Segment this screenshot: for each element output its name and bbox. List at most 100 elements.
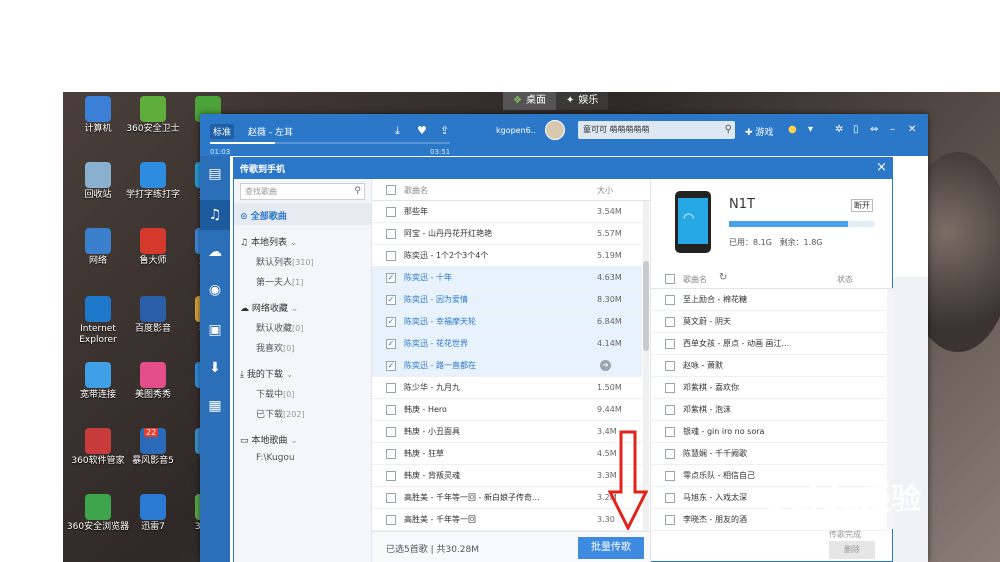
chevron-down-icon[interactable]: ⌄	[287, 238, 298, 248]
song-checkbox[interactable]	[665, 405, 675, 415]
heart-icon[interactable]: ♥	[417, 124, 427, 137]
nav-item[interactable]: 已下载[202]	[256, 407, 305, 420]
nav-item[interactable]: 默认列表[310]	[256, 255, 314, 268]
song-row[interactable]: 高胜美 - 千年等一回 - 新白娘子传奇... 3.2M	[372, 487, 642, 509]
device-song-row[interactable]: 西单女孩 - 原点 - 动画 画江...	[651, 333, 887, 355]
song-row[interactable]: ✓ 陈奕迅 - 花花世界 4.14M	[372, 333, 642, 355]
gear-icon[interactable]: ✲	[835, 124, 843, 135]
song-checkbox[interactable]	[665, 427, 675, 437]
apps-icon[interactable]: ▦	[205, 396, 225, 416]
song-checkbox[interactable]	[665, 361, 675, 371]
song-row[interactable]: 高胜美 - 千年等一回 3.30	[372, 509, 642, 531]
song-checkbox[interactable]: ✓	[386, 295, 396, 305]
download-icon[interactable]: ⤓	[395, 124, 400, 138]
search-input[interactable]: 童可可 萌萌萌萌萌 ⚲	[578, 121, 735, 139]
mode-button[interactable]: 标准	[210, 124, 235, 139]
shirt-icon[interactable]: ▾	[808, 124, 813, 135]
device-song-row[interactable]: 邓紫棋 - 泡沫	[651, 399, 887, 421]
progress-bar[interactable]	[210, 142, 450, 144]
lock-icon[interactable]: ▯	[853, 124, 859, 135]
device-song-row[interactable]: 至上励合 - 棉花糖	[651, 289, 887, 311]
entertainment-tab[interactable]: ✦ 娱乐	[555, 92, 609, 110]
mv-icon[interactable]: ▣	[205, 320, 225, 340]
song-checkbox[interactable]	[665, 339, 675, 349]
device-song-row[interactable]: 银魂 - gin iro no sora	[651, 421, 887, 443]
music-icon[interactable]: ♫	[200, 200, 230, 230]
search-icon[interactable]: ⚲	[725, 121, 732, 139]
song-checkbox[interactable]	[665, 471, 675, 481]
desktop-tab[interactable]: ❖ 桌面	[503, 92, 556, 110]
scroll-thumb[interactable]	[643, 261, 649, 351]
song-checkbox[interactable]: ✓	[386, 339, 396, 349]
disconnect-button[interactable]: 断开	[851, 199, 873, 212]
song-checkbox[interactable]	[665, 515, 675, 525]
close-icon[interactable]: ×	[876, 160, 887, 175]
nav-group-header[interactable]: ▭ 本地歌曲 ⌄	[240, 433, 298, 446]
song-row[interactable]: ✓ 陈奕迅 - 因为爱情 8.30M	[372, 289, 642, 311]
song-row[interactable]: ✓ 陈奕迅 - 幸福摩天轮 6.84M	[372, 311, 642, 333]
nav-group-header[interactable]: ☁ 网络收藏 ⌄	[240, 301, 298, 314]
song-row[interactable]: 阿宝 - 山丹丹花开红艳艳 5.57M	[372, 223, 642, 245]
close-icon[interactable]: ✕	[908, 124, 916, 135]
nav-group-header[interactable]: ⤓ 我的下载 ⌄	[240, 367, 293, 380]
select-all-checkbox[interactable]	[386, 185, 396, 195]
song-checkbox[interactable]	[386, 405, 396, 415]
device-song-row[interactable]: 莫文蔚 - 阴天	[651, 311, 887, 333]
song-checkbox[interactable]	[665, 493, 675, 503]
song-checkbox[interactable]	[665, 383, 675, 393]
minimize-icon[interactable]: –	[890, 124, 895, 135]
download-icon[interactable]: ⬇	[205, 358, 225, 378]
chevron-down-icon[interactable]: ⌄	[287, 436, 298, 446]
avatar[interactable]	[545, 120, 565, 140]
nav-item[interactable]: 第一夫人[1]	[256, 275, 303, 288]
song-checkbox[interactable]: ✓	[386, 317, 396, 327]
song-row[interactable]: ✓ 陈奕迅 - 十年 4.63M	[372, 267, 642, 289]
nav-item[interactable]: 我喜欢[0]	[256, 341, 294, 354]
username[interactable]: kgopen6..	[496, 126, 536, 135]
song-checkbox[interactable]	[386, 251, 396, 261]
search-icon[interactable]: ⚲	[354, 184, 361, 199]
device-song-row[interactable]: 陈慧娴 - 千千阙歌	[651, 443, 887, 465]
playlist-icon[interactable]: ▤	[205, 164, 225, 184]
song-checkbox[interactable]: ✓	[386, 273, 396, 283]
song-checkbox[interactable]	[386, 449, 396, 459]
go-icon[interactable]: ➜	[600, 360, 611, 371]
song-checkbox[interactable]	[386, 427, 396, 437]
nav-item[interactable]: ⊙ 全部歌曲	[240, 209, 287, 222]
song-search-input[interactable]: 查找歌曲 ⚲	[240, 183, 365, 200]
song-checkbox[interactable]	[665, 317, 675, 327]
nav-item[interactable]: F:\Kugou	[256, 453, 295, 463]
song-row[interactable]: 陈奕迅 - 1个2个3个4个 5.19M	[372, 245, 642, 267]
song-row[interactable]: ✓ 陈奕迅 - 路一直都在 ➜	[372, 355, 642, 377]
nav-item[interactable]: 下载中[0]	[256, 387, 294, 400]
song-checkbox[interactable]	[386, 383, 396, 393]
cloud-icon[interactable]: ☁	[205, 242, 225, 262]
select-all-checkbox[interactable]	[665, 274, 675, 284]
song-row[interactable]: 韩庚 - 狂草 4.5M	[372, 443, 642, 465]
device-song-row[interactable]: 邓紫棋 - 喜欢你	[651, 377, 887, 399]
game-link[interactable]: ✚ 游戏	[745, 125, 773, 138]
device-song-row[interactable]: 赵咏 - 萧默	[651, 355, 887, 377]
song-checkbox[interactable]: ✓	[386, 361, 396, 371]
radio-icon[interactable]: ◉	[205, 280, 225, 300]
song-checkbox[interactable]	[386, 493, 396, 503]
song-checkbox[interactable]	[386, 515, 396, 525]
coin-icon[interactable]: ●	[788, 124, 797, 135]
song-checkbox[interactable]	[665, 295, 675, 305]
song-checkbox[interactable]	[386, 207, 396, 217]
share-icon[interactable]: ⇪	[440, 124, 449, 137]
chevron-down-icon[interactable]: ⌄	[283, 370, 294, 380]
refresh-icon[interactable]: ↻	[719, 272, 727, 283]
mini-mode-icon[interactable]: ⇔	[870, 124, 878, 135]
song-checkbox[interactable]	[665, 449, 675, 459]
chevron-down-icon[interactable]: ⌄	[288, 304, 299, 314]
song-row[interactable]: 那些年 3.54M	[372, 201, 642, 223]
song-row[interactable]: 韩庚 - 小丑面具 3.4M	[372, 421, 642, 443]
nav-item[interactable]: 默认收藏[0]	[256, 321, 303, 334]
delete-button[interactable]: 删除	[829, 541, 875, 559]
song-checkbox[interactable]	[386, 229, 396, 239]
song-row[interactable]: 韩庚 - Hero 9.44M	[372, 399, 642, 421]
song-checkbox[interactable]	[386, 471, 396, 481]
song-row[interactable]: 韩庚 - 背叛灵魂 3.3M	[372, 465, 642, 487]
song-row[interactable]: 陈少华 - 九月九 1.50M	[372, 377, 642, 399]
